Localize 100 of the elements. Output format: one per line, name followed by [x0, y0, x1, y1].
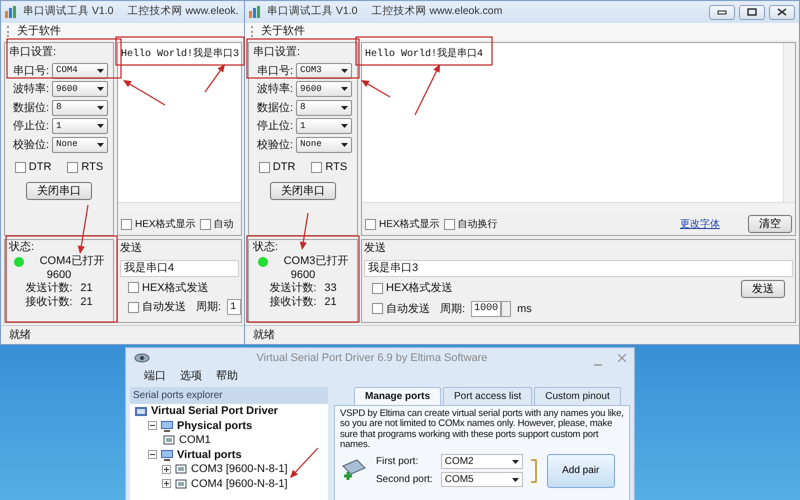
dropdown[interactable]: None — [296, 136, 352, 153]
window-subtitle: 工控技术网 www.eleok.com — [372, 4, 502, 20]
send-input[interactable]: 我是串口3 — [364, 260, 793, 276]
field-label: 串口号: — [257, 64, 294, 78]
clear-button[interactable]: 清空 — [748, 215, 792, 233]
tree-item[interactable]: COM4 [9600-N-8-1] — [130, 476, 328, 491]
window-title: Virtual Serial Port Driver 6.9 by Eltima Software — [256, 350, 488, 366]
dropdown[interactable]: None — [52, 136, 108, 153]
menu-item[interactable]: 端口 — [144, 368, 166, 385]
annotation-arrow — [361, 80, 390, 98]
tab[interactable]: Manage ports — [354, 387, 442, 405]
checkbox-label: DTR — [272, 160, 296, 175]
tree-item[interactable]: Virtual ports — [130, 448, 328, 462]
checkbox-label: 自动发送 — [386, 302, 430, 316]
minimize-button[interactable] — [709, 4, 735, 20]
checkbox[interactable] — [128, 302, 139, 313]
app-logo-icon — [134, 352, 150, 364]
checkbox-label: HEX格式显示 — [379, 218, 440, 232]
close-button[interactable] — [769, 4, 795, 20]
annotation-arrow — [123, 80, 166, 106]
panel-heading: 串口设置: — [253, 45, 302, 60]
annotation-arrow — [290, 448, 318, 478]
checkbox[interactable] — [372, 303, 383, 314]
dropdown[interactable]: 9600 — [52, 81, 108, 98]
description-text: VSPD by Eltima can create virtual serial ports with any names you like, so you are not limited to COMx names only. However, please, make sure that programs working with these ports support custom port names. — [340, 409, 624, 451]
checkbox[interactable] — [200, 218, 211, 230]
menu-item[interactable]: 关于软件 — [17, 23, 61, 40]
panel-heading: 状态: — [253, 241, 278, 255]
checkbox[interactable] — [14, 162, 26, 173]
port-dropdown[interactable]: COM5 — [440, 472, 523, 488]
port-state-text: COM4已打开 — [40, 254, 104, 268]
annotation-arrow — [414, 64, 440, 116]
dropdown[interactable]: 8 — [52, 100, 108, 116]
caret-icon — [341, 106, 348, 110]
dropdown[interactable]: 1 — [296, 118, 352, 134]
add-pair-button[interactable]: Add pair — [546, 454, 615, 488]
caret-icon — [341, 68, 348, 73]
caret-icon — [341, 124, 348, 128]
computer-icon — [160, 448, 174, 461]
close-icon — [777, 8, 787, 16]
menu-item[interactable]: 选项 — [180, 368, 202, 385]
close-port-button[interactable]: 关闭串口 — [270, 182, 336, 200]
send-input[interactable]: 我是串口4 — [120, 260, 239, 276]
tree-item[interactable]: Virtual Serial Port Driver — [130, 404, 328, 418]
minimize-icon — [717, 9, 727, 15]
tree-item[interactable]: COM3 [9600-N-8-1] — [130, 462, 328, 476]
dropdown[interactable]: COM3 — [296, 62, 352, 79]
panel-heading: 发送 — [364, 241, 387, 256]
checkbox-label: DTR — [28, 160, 52, 175]
tree-item[interactable]: Physical ports — [130, 418, 328, 433]
counter-value: 33 — [324, 282, 337, 296]
checkbox[interactable] — [128, 282, 139, 294]
dropdown[interactable]: 9600 — [296, 81, 352, 98]
caret-icon — [97, 87, 104, 92]
tab[interactable]: Custom pinout — [534, 387, 621, 405]
port-dropdown[interactable]: COM2 — [440, 454, 523, 470]
checkbox-label: HEX格式发送 — [386, 281, 453, 296]
caret-icon — [97, 124, 104, 128]
received-text: Hello World!我是串口4 — [364, 47, 484, 62]
checkbox[interactable] — [258, 162, 270, 173]
menu-item[interactable]: 帮助 — [216, 368, 238, 385]
checkbox[interactable] — [372, 283, 383, 294]
checkbox[interactable] — [67, 162, 78, 173]
spin-button[interactable] — [501, 300, 512, 317]
counter-label: 接收计数: — [269, 296, 316, 310]
checkbox-label: 自动 — [214, 218, 234, 232]
checkbox-label: HEX格式发送 — [142, 280, 209, 296]
status-bar: 就绪 — [245, 325, 799, 344]
dropdown[interactable]: COM4 — [52, 62, 108, 79]
field-label: 数据位: — [13, 100, 50, 116]
checkbox[interactable] — [311, 162, 322, 173]
baud-rate-text: 9600 — [46, 268, 72, 282]
period-field[interactable]: 1000 — [471, 300, 502, 317]
menu-item[interactable]: 关于软件 — [261, 23, 305, 40]
checkbox[interactable] — [121, 218, 132, 230]
change-font-link[interactable]: 更改字体 — [680, 216, 720, 232]
port-label: Second port: — [376, 473, 433, 488]
dropdown[interactable]: 8 — [296, 100, 352, 116]
period-field[interactable]: 1 — [227, 299, 242, 316]
close-port-button[interactable]: 关闭串口 — [26, 182, 92, 200]
checkbox-label: HEX格式显示 — [135, 218, 196, 232]
port-state-text: COM3已打开 — [284, 254, 348, 268]
counter-label: 接收计数: — [25, 296, 72, 310]
dropdown[interactable]: 1 — [52, 118, 108, 134]
period-label: 周期: — [196, 300, 222, 315]
tab[interactable]: Port access list — [443, 387, 532, 405]
checkbox-label: RTS — [325, 160, 348, 175]
annotation-arrow — [204, 64, 225, 92]
restore-icon — [747, 8, 757, 16]
baud-rate-text: 9600 — [290, 268, 316, 282]
minimize-icon — [594, 364, 602, 366]
restore-button[interactable] — [739, 4, 765, 20]
send-button[interactable]: 发送 — [741, 280, 785, 298]
caret-icon — [512, 478, 519, 482]
field-label: 停止位: — [13, 119, 50, 134]
checkbox[interactable] — [365, 218, 376, 230]
unit-label: ms — [517, 302, 532, 316]
checkbox[interactable] — [444, 218, 455, 230]
tree-item[interactable]: COM1 — [130, 433, 328, 448]
vertical-scrollbar[interactable] — [783, 43, 795, 202]
